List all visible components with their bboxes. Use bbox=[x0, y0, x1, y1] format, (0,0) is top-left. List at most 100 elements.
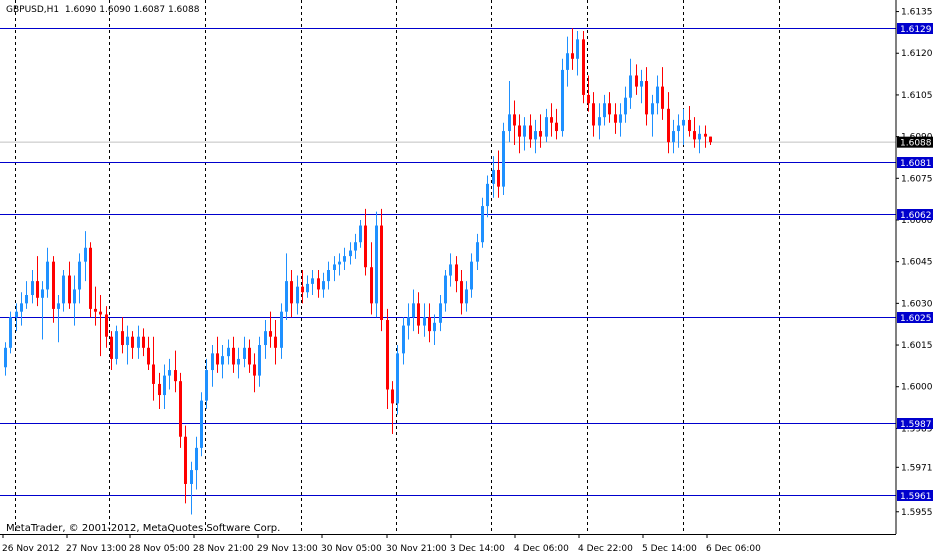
x-tick-label: 26 Nov 2012 bbox=[2, 544, 60, 554]
candle-body bbox=[476, 242, 479, 262]
candle-body bbox=[582, 39, 585, 95]
level-price-label: 1.5961 bbox=[900, 492, 932, 502]
candle-body bbox=[354, 242, 357, 251]
candle-body bbox=[25, 295, 28, 304]
candle-body bbox=[608, 103, 611, 115]
x-tick-label: 30 Nov 05:00 bbox=[321, 544, 382, 554]
candle-body bbox=[624, 97, 627, 115]
candle-body bbox=[444, 275, 447, 304]
symbol-name: GBPUSD,H1 bbox=[6, 5, 60, 15]
candle-body bbox=[9, 317, 12, 348]
candle-body bbox=[460, 281, 463, 304]
candle-body bbox=[428, 317, 431, 332]
candlestick-chart[interactable]: 1.61351.61201.61051.60901.60751.60601.60… bbox=[0, 0, 933, 555]
candle-body bbox=[645, 81, 648, 115]
candle-body bbox=[338, 261, 341, 265]
candle-body bbox=[46, 261, 49, 290]
chart-window[interactable]: 1.61351.61201.61051.60901.60751.60601.60… bbox=[0, 0, 933, 555]
y-tick-label: 1.6015 bbox=[901, 341, 933, 351]
candle-body bbox=[709, 136, 712, 143]
candle-body bbox=[105, 314, 108, 337]
candle-body bbox=[449, 264, 452, 276]
level-price-label: 1.6062 bbox=[900, 211, 932, 221]
y-tick-label: 1.5955 bbox=[901, 508, 933, 518]
candle-body bbox=[614, 114, 617, 123]
candle-body bbox=[126, 336, 129, 346]
candle-body bbox=[327, 270, 330, 282]
candle-body bbox=[529, 125, 532, 140]
candle-body bbox=[370, 267, 373, 304]
candle-body bbox=[386, 320, 389, 390]
candle-body bbox=[492, 169, 495, 184]
candle-body bbox=[704, 133, 707, 137]
candle-body bbox=[301, 286, 304, 293]
candle-body bbox=[322, 281, 325, 290]
candle-body bbox=[486, 183, 489, 207]
candle-body bbox=[539, 131, 542, 137]
candle-body bbox=[253, 364, 256, 376]
candle bbox=[179, 372, 182, 448]
candle-body bbox=[508, 114, 511, 132]
candle-body bbox=[41, 289, 44, 298]
candle-body bbox=[359, 225, 362, 243]
candle-body bbox=[640, 81, 643, 87]
y-tick-label: 1.6030 bbox=[901, 299, 933, 309]
candle-body bbox=[513, 114, 516, 126]
candle-body bbox=[481, 206, 484, 243]
x-tick-label: 27 Nov 13:00 bbox=[66, 544, 127, 554]
y-tick-label: 1.6120 bbox=[901, 49, 933, 59]
candle-body bbox=[534, 131, 537, 140]
candle-body bbox=[73, 289, 76, 304]
x-tick-label: 30 Nov 21:00 bbox=[386, 544, 447, 554]
candle-body bbox=[412, 303, 415, 318]
candle-body bbox=[333, 264, 336, 270]
candle-body bbox=[195, 447, 198, 471]
ohlc-values: 1.6090 1.6090 1.6087 1.6088 bbox=[64, 5, 200, 15]
candle-body bbox=[343, 256, 346, 262]
candle-body bbox=[635, 75, 638, 87]
candle-body bbox=[523, 125, 526, 137]
candle-body bbox=[94, 308, 97, 312]
candle-body bbox=[57, 303, 60, 309]
y-tick-label: 1.6075 bbox=[901, 174, 933, 184]
candle bbox=[375, 211, 378, 318]
candle-body bbox=[158, 383, 161, 396]
candle-body bbox=[566, 53, 569, 70]
candle-body bbox=[89, 247, 92, 309]
candle-body bbox=[502, 131, 505, 187]
candle-body bbox=[211, 353, 214, 371]
level-price-label: 1.6025 bbox=[900, 314, 932, 324]
candle-body bbox=[110, 336, 113, 359]
current-price-label: 1.6088 bbox=[900, 139, 932, 149]
candle-body bbox=[349, 250, 352, 257]
candle-body bbox=[131, 336, 134, 348]
candle-body bbox=[619, 114, 622, 123]
candle-body bbox=[62, 275, 65, 304]
candle-body bbox=[285, 281, 288, 312]
candle-body bbox=[248, 347, 251, 365]
candle-body bbox=[311, 278, 314, 284]
candle-body bbox=[20, 303, 23, 312]
candle-body bbox=[391, 389, 394, 404]
level-price-label: 1.5987 bbox=[900, 420, 932, 430]
candle-body bbox=[677, 125, 680, 132]
candle-body bbox=[667, 108, 670, 143]
candle-body bbox=[470, 261, 473, 290]
candle-body bbox=[280, 311, 283, 348]
candle-body bbox=[163, 375, 166, 396]
candle-body bbox=[672, 131, 675, 143]
x-tick-label: 28 Nov 05:00 bbox=[129, 544, 190, 554]
y-tick-label: 1.6135 bbox=[901, 8, 933, 18]
candle-body bbox=[15, 311, 18, 318]
candle-body bbox=[221, 356, 224, 365]
candle bbox=[115, 325, 118, 365]
candle-body bbox=[147, 347, 150, 365]
candle-body bbox=[232, 347, 235, 365]
candle-body bbox=[243, 347, 246, 359]
candle-body bbox=[190, 470, 193, 484]
candle-body bbox=[497, 169, 500, 187]
candle bbox=[582, 31, 585, 104]
candle bbox=[502, 122, 505, 195]
candle-body bbox=[184, 436, 187, 484]
candle-body bbox=[174, 370, 177, 382]
